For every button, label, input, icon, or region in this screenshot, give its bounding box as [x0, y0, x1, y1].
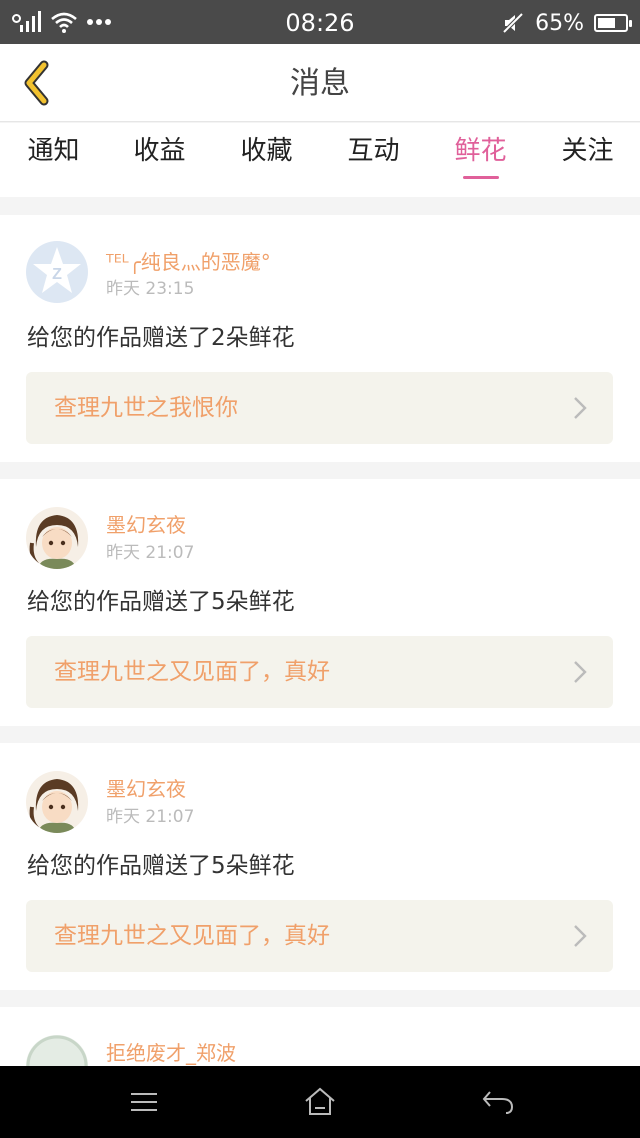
battery-percent: 65% [535, 10, 584, 36]
active-tab-indicator [463, 176, 499, 179]
chevron-right-icon [574, 397, 587, 419]
user-avatar-icon [26, 1035, 88, 1066]
message-text: 给您的作品赠送了5朵鲜花 [27, 853, 295, 879]
back-icon [482, 1091, 514, 1114]
menu-button[interactable] [124, 1084, 164, 1120]
message-text: 给您的作品赠送了5朵鲜花 [27, 589, 295, 615]
sender-name[interactable]: 拒绝废才_郑波 [106, 1040, 236, 1066]
battery-icon [594, 14, 632, 32]
tab-notice[interactable]: 通知 [0, 135, 107, 167]
anime-avatar-icon [29, 515, 79, 569]
tab-income[interactable]: 收益 [106, 135, 213, 167]
mute-icon [502, 12, 524, 34]
anime-avatar-icon [29, 779, 79, 833]
tab-bar: 通知 收益 收藏 互动 鲜花 关注 [0, 123, 640, 197]
sender-name[interactable]: ᵀᴱᴸ╭纯良灬的恶魔° [106, 249, 271, 275]
menu-icon [131, 1093, 157, 1111]
message-card: 墨幻玄夜 昨天 21:07 给您的作品赠送了5朵鲜花 查理九世之又见面了，真好 [0, 479, 640, 726]
back-nav-button[interactable] [478, 1084, 518, 1120]
home-button[interactable] [300, 1084, 340, 1120]
message-text: 给您的作品赠送了2朵鲜花 [27, 325, 295, 351]
tab-flowers[interactable]: 鲜花 [427, 135, 534, 167]
chevron-right-icon [574, 925, 587, 947]
message-time: 昨天 21:07 [106, 807, 195, 827]
chevron-right-icon [574, 661, 587, 683]
battery-level [598, 18, 615, 28]
tab-follow[interactable]: 关注 [534, 135, 640, 167]
home-icon [305, 1087, 335, 1115]
message-card: 墨幻玄夜 昨天 21:07 给您的作品赠送了5朵鲜花 查理九世之又见面了，真好 [0, 743, 640, 990]
tab-favorites[interactable]: 收藏 [213, 135, 320, 167]
work-link[interactable]: 查理九世之又见面了，真好 [26, 900, 613, 972]
page-header: 消息 [0, 44, 640, 122]
sender-name[interactable]: 墨幻玄夜 [106, 776, 186, 802]
default-avatar-icon[interactable]: Z [26, 241, 88, 303]
message-time: 昨天 21:07 [106, 543, 195, 563]
message-time: 昨天 23:15 [106, 279, 195, 299]
work-title: 查理九世之又见面了，真好 [54, 923, 330, 949]
status-right: 65% [501, 9, 632, 37]
tab-interact[interactable]: 互动 [320, 135, 427, 167]
sender-name[interactable]: 墨幻玄夜 [106, 512, 186, 538]
message-card: Z ᵀᴱᴸ╭纯良灬的恶魔° 昨天 23:15 给您的作品赠送了2朵鲜花 查理九世… [0, 215, 640, 462]
work-title: 查理九世之又见面了，真好 [54, 659, 330, 685]
anime-avatar[interactable] [26, 507, 88, 569]
anime-avatar[interactable] [26, 771, 88, 833]
message-card: 拒绝废才_郑波 [0, 1007, 640, 1066]
status-bar: 08:26 65% [0, 0, 640, 44]
user-avatar[interactable] [26, 1035, 88, 1066]
work-title: 查理九世之我恨你 [54, 395, 238, 421]
star-avatar-icon: Z [33, 247, 81, 293]
work-link[interactable]: 查理九世之我恨你 [26, 372, 613, 444]
page-title: 消息 [290, 66, 350, 101]
work-link[interactable]: 查理九世之又见面了，真好 [26, 636, 613, 708]
svg-text:Z: Z [52, 266, 62, 283]
system-navbar [0, 1066, 640, 1138]
